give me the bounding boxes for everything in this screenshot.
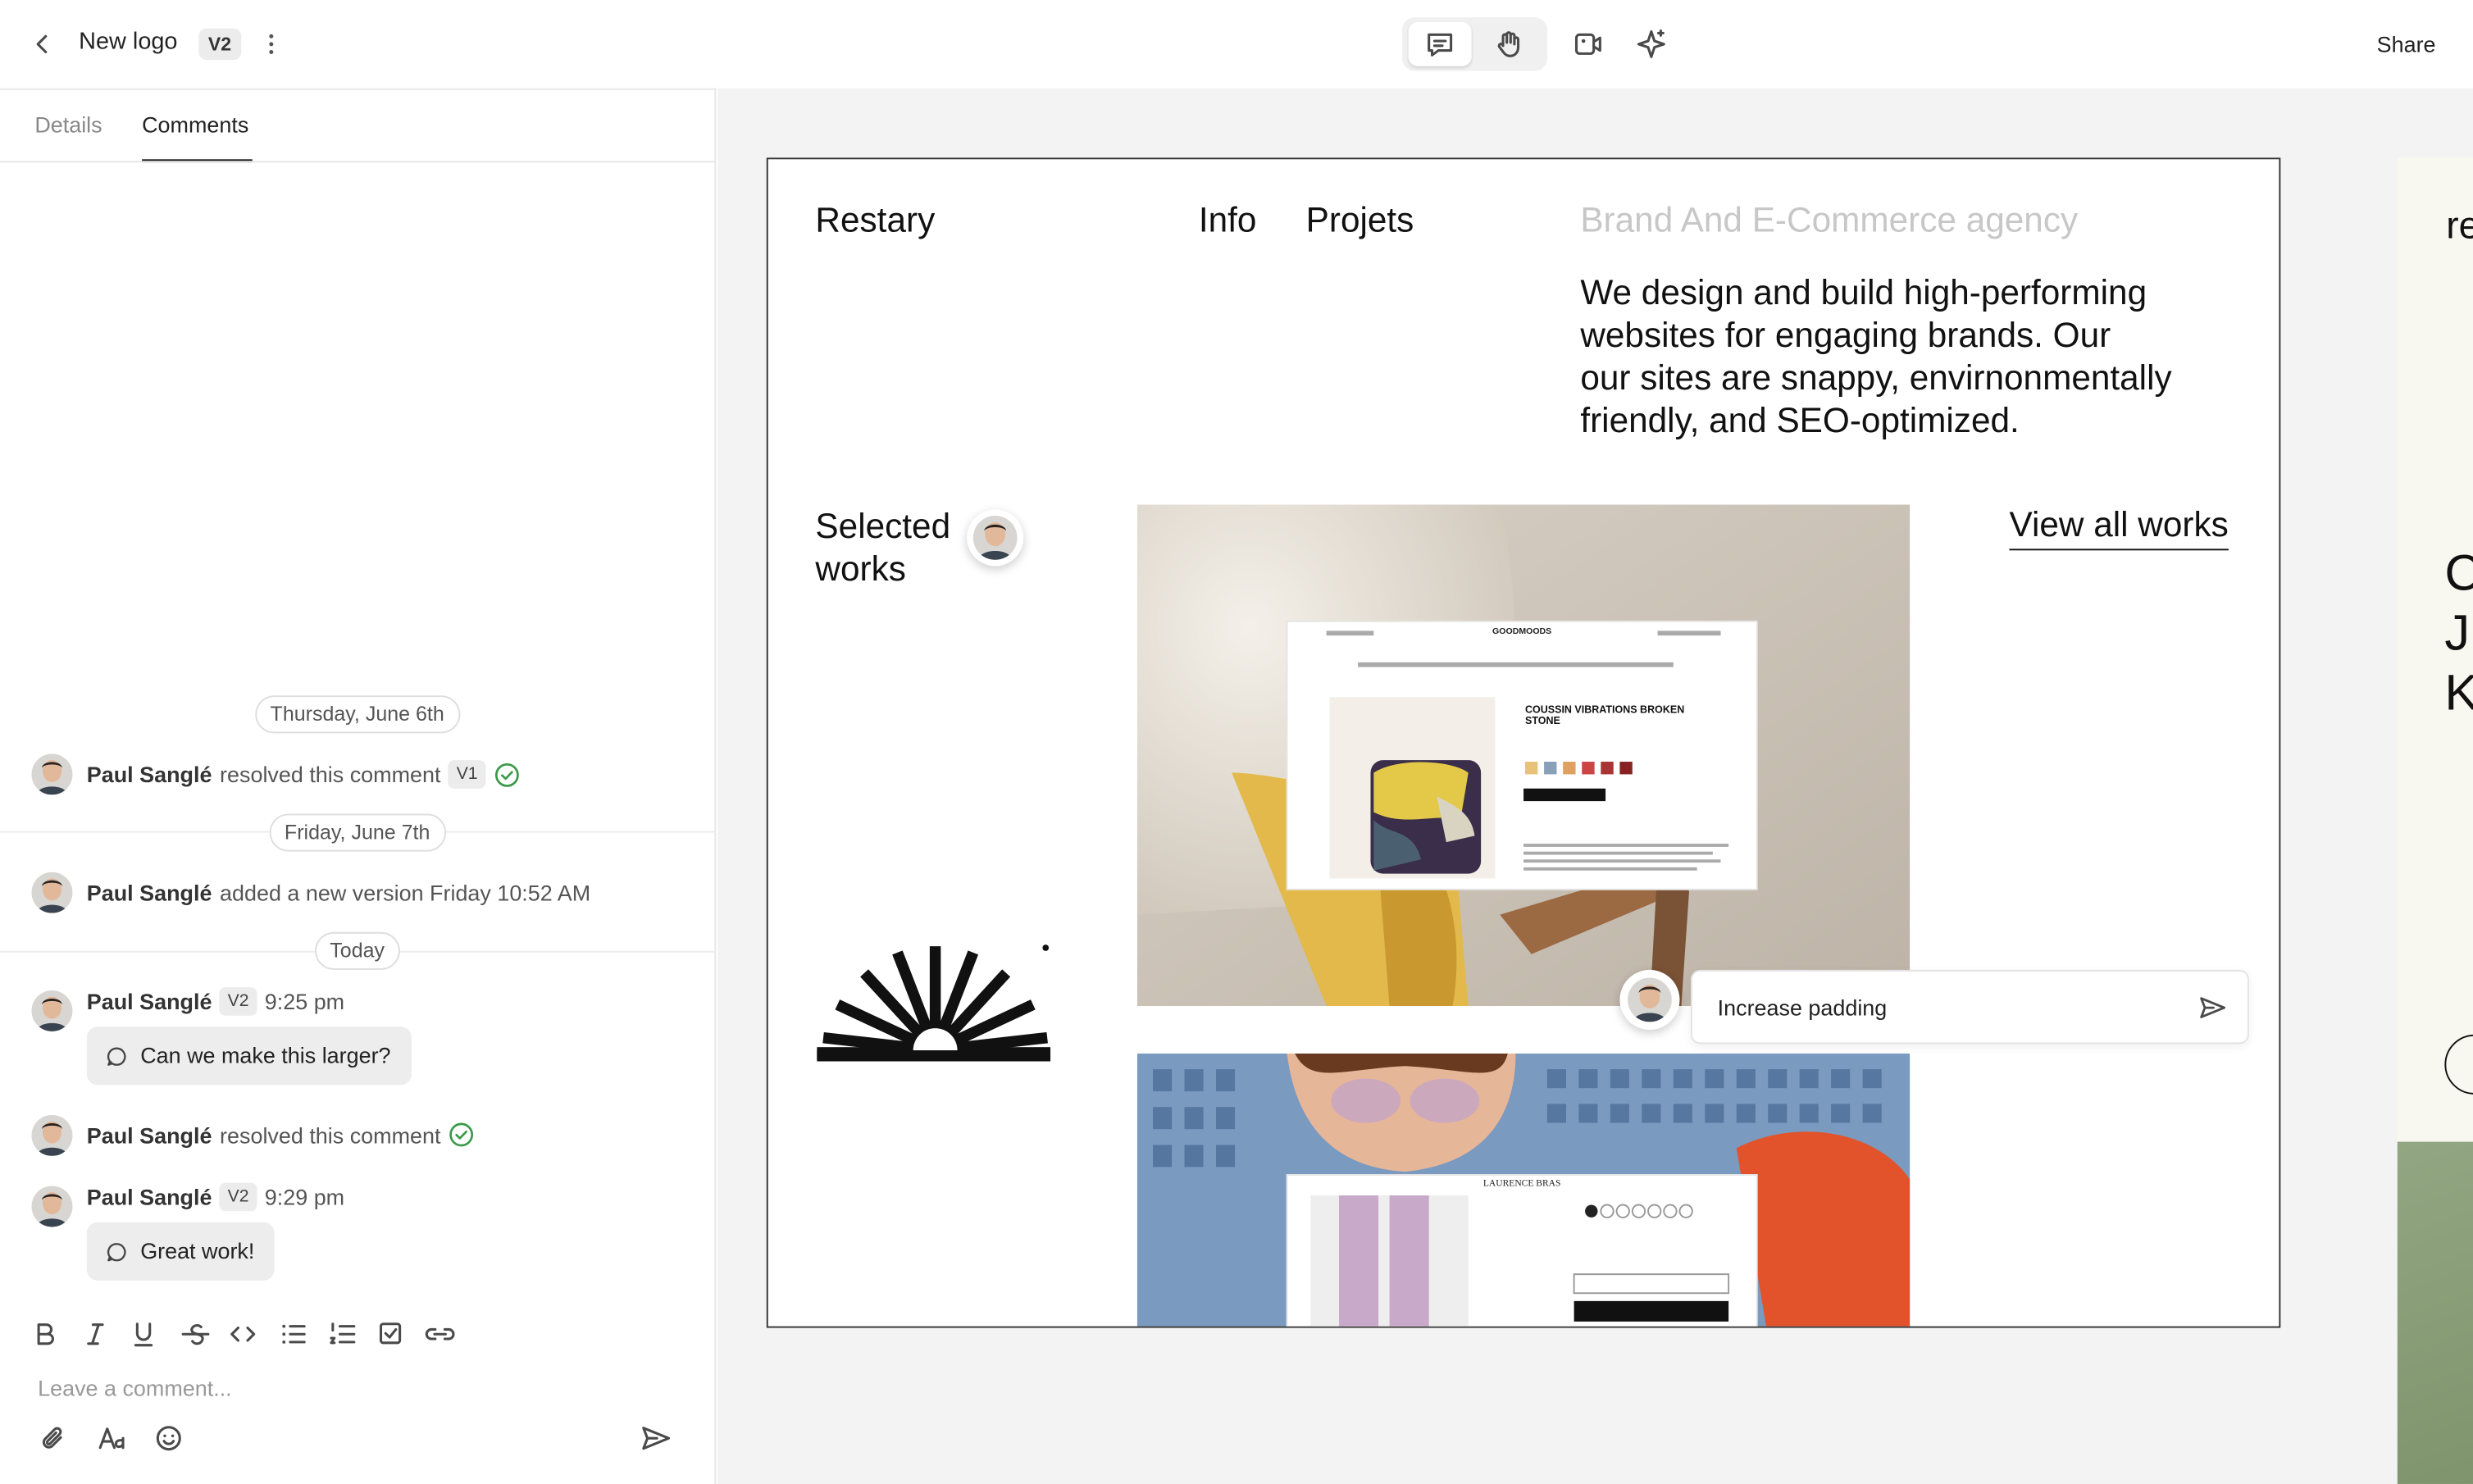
comment-time: 9:29 pm xyxy=(264,1184,345,1210)
emoji-icon[interactable] xyxy=(153,1423,184,1454)
avatar xyxy=(31,1114,73,1156)
hand-tool-icon[interactable] xyxy=(1494,29,1525,60)
date-separator: Friday, June 7th xyxy=(268,813,446,852)
comment-input[interactable]: Leave a comment... xyxy=(38,1375,231,1400)
italic-icon[interactable] xyxy=(87,1323,104,1345)
code-icon[interactable] xyxy=(230,1327,256,1342)
version-badge[interactable]: V2 xyxy=(198,28,241,61)
shop-logo: GOODMOODS xyxy=(1492,626,1551,636)
version-badge[interactable]: V1 xyxy=(449,760,486,789)
author-name: Paul Sanglé xyxy=(86,762,212,787)
avatar xyxy=(31,1186,73,1227)
bold-icon[interactable] xyxy=(37,1323,54,1345)
resolved-check-icon xyxy=(450,1122,474,1147)
send-icon[interactable] xyxy=(2197,992,2228,1023)
author-name: Paul Sanglé xyxy=(86,880,212,906)
underline-icon[interactable] xyxy=(134,1322,153,1347)
share-button[interactable]: Share xyxy=(2377,31,2436,57)
brand-name: Restary xyxy=(815,200,936,240)
work-image-goodmoods: GOODMOODS COUSSIN VIBRATIONS BROKEN STON… xyxy=(1136,504,1911,1007)
view-all-works-link: View all works xyxy=(2009,505,2229,551)
checklist-icon[interactable] xyxy=(379,1322,402,1345)
format-toolbar xyxy=(31,1318,473,1350)
comments-sidebar: Details Comments Thursday, June 6th Paul… xyxy=(0,88,717,1484)
bullet-list-icon[interactable] xyxy=(282,1324,306,1344)
avatar xyxy=(31,753,73,795)
nav-info: Info xyxy=(1198,200,1257,240)
author-name: Paul Sanglé xyxy=(86,1184,212,1210)
author-name: Paul Sanglé xyxy=(86,989,212,1014)
comment-text: Can we make this larger? xyxy=(140,1042,391,1068)
comment-header: Paul Sanglé V2 9:25 pm xyxy=(87,987,344,1016)
text-format-icon[interactable] xyxy=(96,1423,130,1454)
design-frame[interactable]: Restary Info Projets Brand And E-Commerc… xyxy=(766,157,2281,1328)
resolved-check-icon xyxy=(494,762,519,786)
link-icon[interactable] xyxy=(425,1327,455,1341)
shop-logo: LAURENCE BRAS xyxy=(1483,1178,1561,1188)
selected-works-heading: Selected works xyxy=(815,505,950,590)
top-bar: New logo V2 Share xyxy=(0,0,2473,89)
activity-resolved-2: Paul Sanglé resolved this comment xyxy=(87,1122,476,1149)
activity-text: resolved this comment xyxy=(220,1122,441,1148)
back-icon[interactable] xyxy=(29,30,57,59)
tab-details[interactable]: Details xyxy=(34,112,102,138)
nav-projets: Projets xyxy=(1305,200,1414,240)
more-icon[interactable] xyxy=(257,29,286,60)
video-tool-icon[interactable] xyxy=(1573,29,1604,60)
description-line: our sites are snappy, envirnonmentally xyxy=(1580,357,2172,398)
version-badge[interactable]: V2 xyxy=(220,1182,257,1212)
comment-pin-avatar[interactable] xyxy=(967,509,1024,567)
version-badge[interactable]: V2 xyxy=(220,987,257,1016)
comment-bubble[interactable]: Can we make this larger? xyxy=(86,1027,412,1086)
sun-logo-icon xyxy=(815,940,1054,1070)
comment-header: Paul Sanglé V2 9:29 pm xyxy=(86,1182,345,1212)
strikethrough-icon[interactable] xyxy=(181,1324,210,1345)
activity-text: added a new version Friday 10:52 AM xyxy=(220,880,591,906)
description-line: We design and build high-performing xyxy=(1580,272,2147,312)
frame-button xyxy=(2444,1034,2473,1095)
comment-bubble[interactable]: Great work! xyxy=(86,1222,276,1281)
frame-text: C xyxy=(2444,544,2473,603)
date-separator: Today xyxy=(314,931,401,970)
agency-tagline: Brand And E-Commerce agency xyxy=(1580,200,2079,240)
activity-resolved-1: Paul Sanglé resolved this comment V1 xyxy=(87,760,521,789)
pin-comment-box: Increase padding xyxy=(1690,969,2249,1045)
comment-icon xyxy=(107,1242,126,1261)
tab-comments[interactable]: Comments xyxy=(142,112,248,138)
agency-description: We design and build high-performing webs… xyxy=(1580,271,2171,442)
product-title-line: COUSSIN VIBRATIONS BROKEN xyxy=(1525,703,1684,715)
comment-pin-avatar[interactable] xyxy=(1619,969,1680,1031)
frame-text: J xyxy=(2444,603,2471,661)
product-title-line: STONE xyxy=(1525,715,1560,726)
comment-time: 9:25 pm xyxy=(264,989,345,1014)
activity-text: resolved this comment xyxy=(220,762,441,787)
frame-text: K xyxy=(2444,664,2473,722)
work-image-laurence-bras: LAURENCE BRAS xyxy=(1136,1053,1911,1327)
date-separator: Thursday, June 6th xyxy=(254,695,461,734)
next-design-frame[interactable]: re C J K xyxy=(2397,157,2473,1484)
comment-text: Great work! xyxy=(140,1237,255,1263)
paperclip-icon[interactable] xyxy=(38,1423,69,1454)
comment-tool-icon[interactable] xyxy=(1424,29,1455,60)
author-name: Paul Sanglé xyxy=(86,1122,212,1148)
sparkle-tool-icon[interactable] xyxy=(1634,27,1669,61)
send-icon[interactable] xyxy=(639,1423,673,1454)
heading-line: Selected xyxy=(815,506,951,546)
numbered-list-icon[interactable] xyxy=(330,1322,356,1345)
tabs-divider xyxy=(0,161,717,163)
avatar xyxy=(31,990,73,1031)
pin-comment-input[interactable]: Increase padding xyxy=(1718,995,1888,1021)
description-line: friendly, and SEO-optimized. xyxy=(1580,400,2020,440)
frame-image xyxy=(2397,1141,2473,1484)
comment-icon xyxy=(107,1046,126,1065)
activity-new-version: Paul Sanglé added a new version Friday 1… xyxy=(87,880,590,905)
avatar xyxy=(31,872,73,913)
heading-line: works xyxy=(815,549,906,589)
frame-text: re xyxy=(2446,205,2473,248)
description-line: websites for engaging brands. Our xyxy=(1580,315,2111,355)
file-title[interactable]: New logo xyxy=(79,29,177,56)
